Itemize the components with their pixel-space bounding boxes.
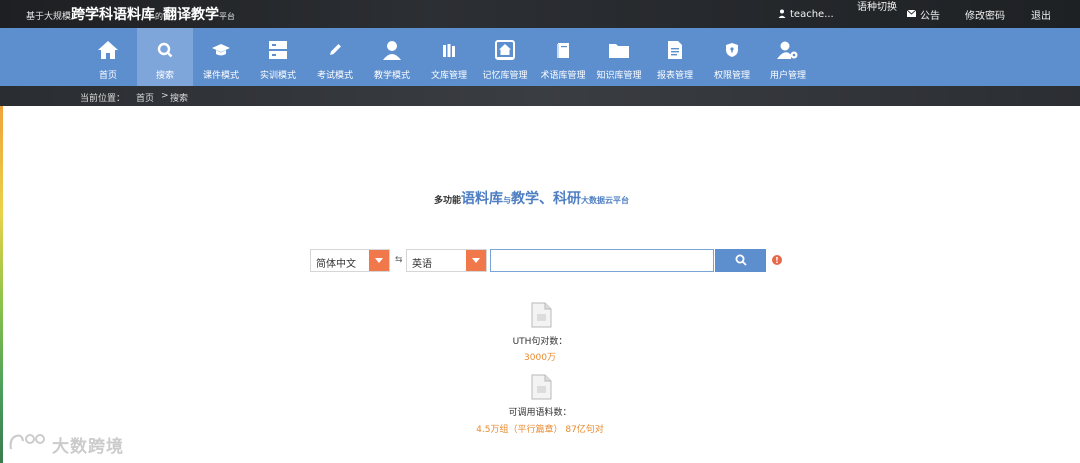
announcement-link[interactable]: 公告 [906,0,940,28]
announcement-label: 公告 [920,10,940,22]
folder-icon [608,37,630,63]
breadcrumb-home[interactable]: 首页 [136,91,154,104]
slogan-part-4: 教学、科研 [511,191,582,207]
logout-link[interactable]: 退出 [1031,0,1051,28]
left-accent-strip [0,106,3,463]
books-icon [441,37,457,63]
nav-item-courseware[interactable]: 课件模式 [199,28,243,86]
target-language-value: 英语 [412,259,432,270]
nav-label: 报表管理 [656,71,693,81]
user-icon [382,37,402,63]
nav-item-knowledge[interactable]: 知识库管理 [592,28,646,86]
pencil-icon [327,37,343,63]
target-language-select[interactable]: 英语 [406,249,487,272]
nav-label: 权限管理 [713,71,750,81]
nav-label: 文库管理 [430,71,467,81]
nav-label: 术语库管理 [540,71,586,81]
mail-icon [906,9,917,19]
nav-label: 搜索 [155,71,174,81]
nav-label: 教学模式 [373,71,410,81]
brand-suffix: 平台 [219,12,236,21]
chevron-down-icon[interactable] [466,250,486,271]
nav-label: 首页 [98,71,117,81]
user-menu[interactable]: teache... [778,0,834,28]
breadcrumb-separator: > [161,91,169,101]
brand-main-1: 跨学科语料库 [71,7,156,23]
user-gear-icon [777,37,799,63]
home-box-icon [495,37,515,63]
chevron-down-icon[interactable] [369,250,389,271]
slogan-part-1: 多功能 [434,196,462,206]
home-icon [97,37,119,63]
search-icon [157,37,173,63]
nav-label: 记忆库管理 [482,71,528,81]
nav-item-training[interactable]: 实训模式 [256,28,300,86]
nav-label: 考试模式 [316,71,353,81]
nav-item-terminology[interactable]: 术语库管理 [537,28,589,86]
nav-label: 用户管理 [769,71,806,81]
source-language-value: 简体中文 [316,259,356,270]
nav-label: 课件模式 [202,71,239,81]
user-name: teache... [790,8,834,20]
nav-item-users[interactable]: 用户管理 [766,28,810,86]
sentence-pairs-label: UTH句对数： [512,337,568,347]
breadcrumb-current: 搜索 [170,94,189,104]
brand-connector: 的 [155,12,164,21]
slogan-part-2: 语料库 [461,191,504,207]
book-icon [556,37,570,63]
language-switch-link[interactable]: 语种切换 [857,0,897,28]
platform-slogan: 多功能 语料库 与 教学、科研 大数据云平台 [434,188,629,208]
brand-main-2: 翻译教学 [163,7,220,23]
nav-item-permissions[interactable]: 权限管理 [710,28,754,86]
sentence-pairs-value: 3000万 [524,353,556,363]
shield-icon [725,37,739,63]
report-icon [667,37,683,63]
swap-languages-icon[interactable]: ⇆ [395,255,403,265]
brand-title: 基于大规模 跨学科语料库 的 翻译教学 平台 [26,4,235,24]
breadcrumb: 当前位置： 首页 > 搜索 [0,86,1080,106]
server-icon [268,37,288,63]
watermark-logo-icon [8,431,48,457]
top-bar: 基于大规模 跨学科语料库 的 翻译教学 平台 teache... 语种切换 公告… [0,0,1080,28]
nav-item-library[interactable]: 文库管理 [427,28,471,86]
document-icon [529,302,553,328]
watermark-text: 大数跨境 [52,436,124,457]
nav-item-memory[interactable]: 记忆库管理 [479,28,531,86]
source-language-select[interactable]: 简体中文 [310,249,390,272]
brand-prefix: 基于大规模 [26,12,72,22]
slogan-part-3: 与 [503,196,512,205]
nav-item-reports[interactable]: 报表管理 [653,28,697,86]
search-input[interactable] [490,249,714,272]
corpus-count-value: 4.5万组（平行篇章） 87亿句对 [476,425,604,435]
nav-item-home[interactable]: 首页 [90,28,126,86]
search-button[interactable] [715,249,766,272]
document-icon [529,374,553,400]
slogan-part-5: 大数据云平台 [581,196,630,205]
nav-label: 知识库管理 [596,71,642,81]
graduation-cap-icon [211,37,231,63]
info-icon[interactable]: ! [772,255,782,265]
search-icon [735,251,747,270]
corpus-count-label: 可调用语料数： [508,408,572,418]
nav-item-teaching[interactable]: 教学模式 [370,28,414,86]
nav-item-search[interactable]: 搜索 [137,28,193,86]
nav-item-exam[interactable]: 考试模式 [313,28,357,86]
breadcrumb-prefix: 当前位置： [80,94,126,104]
change-password-link[interactable]: 修改密码 [965,0,1005,28]
watermark: 大数跨境 [8,431,124,457]
main-nav: 首页 搜索 课件模式 实训模式 考试模式 教学模式 文库管理 记忆库管理 术语库… [0,28,1080,86]
user-icon [778,9,786,20]
nav-label: 实训模式 [259,71,296,81]
